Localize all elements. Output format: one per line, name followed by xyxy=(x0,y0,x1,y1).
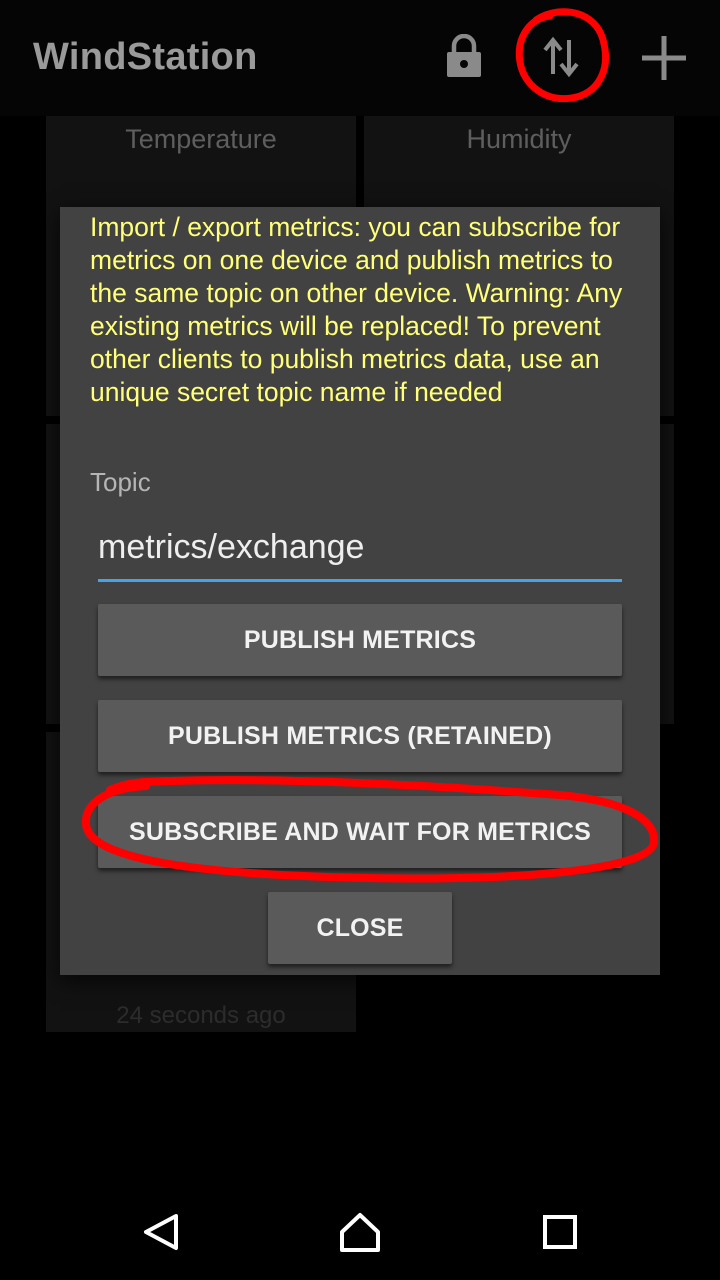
navigation-bar xyxy=(0,1184,720,1280)
close-button[interactable]: CLOSE xyxy=(268,892,452,964)
tile-label: Temperature xyxy=(125,124,277,154)
import-export-dialog: Import / export metrics: you can subscri… xyxy=(60,207,660,975)
app-title: WindStation xyxy=(33,36,258,78)
back-icon[interactable] xyxy=(132,1204,188,1260)
lock-icon[interactable] xyxy=(444,34,484,78)
app-bar: WindStation xyxy=(0,0,720,116)
add-icon[interactable] xyxy=(640,34,688,82)
recents-icon[interactable] xyxy=(532,1204,588,1260)
swap-vertical-icon[interactable] xyxy=(540,34,582,80)
tile-timestamp: 24 seconds ago xyxy=(116,1002,286,1029)
tile-label: Humidity xyxy=(466,124,572,154)
subscribe-and-wait-button[interactable]: SUBSCRIBE AND WAIT FOR METRICS xyxy=(98,796,622,868)
dialog-message: Import / export metrics: you can subscri… xyxy=(90,212,623,407)
home-icon[interactable] xyxy=(332,1204,388,1260)
topic-input[interactable] xyxy=(98,519,622,582)
publish-metrics-retained-button[interactable]: PUBLISH METRICS (RETAINED) xyxy=(98,700,622,772)
topic-label: Topic xyxy=(90,467,151,497)
publish-metrics-button[interactable]: PUBLISH METRICS xyxy=(98,604,622,676)
